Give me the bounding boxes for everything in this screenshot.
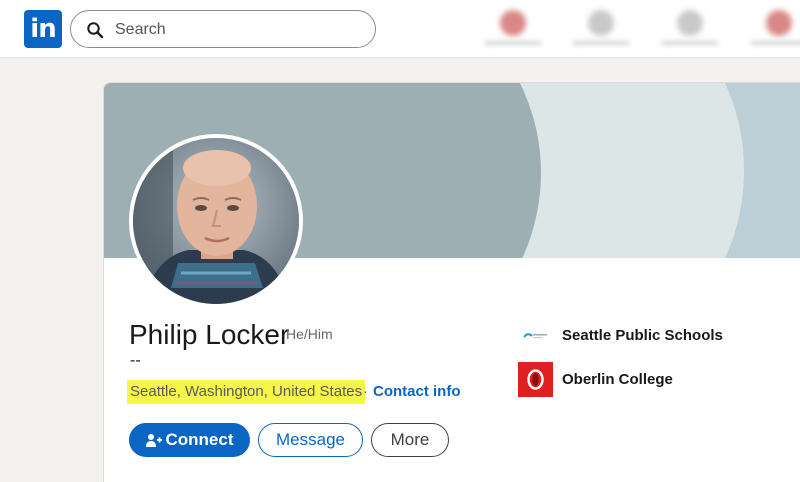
seattle-public-schools-logo-icon <box>518 318 553 353</box>
more-button[interactable]: More <box>371 423 449 457</box>
add-person-icon <box>145 433 162 447</box>
profile-name: Philip Locker <box>129 319 290 350</box>
nav-item-blurred[interactable] <box>655 4 725 52</box>
search-bar[interactable] <box>70 10 376 48</box>
nav-item-blurred[interactable] <box>478 4 548 52</box>
oberlin-college-logo-icon <box>518 362 553 397</box>
nav-icon <box>766 10 792 36</box>
avatar-photo <box>133 138 299 304</box>
nav-item-blurred[interactable] <box>566 4 636 52</box>
separator-dot: · <box>363 383 368 400</box>
search-input[interactable] <box>115 18 355 42</box>
education-name: Oberlin College <box>562 371 673 388</box>
nav-icon <box>588 10 614 36</box>
profile-location: Seattle, Washington, United States <box>127 380 366 404</box>
top-navigation-bar: in <box>0 0 800 58</box>
profile-pronouns: He/Him <box>286 326 333 342</box>
profile-avatar[interactable] <box>129 134 303 308</box>
nav-icon <box>677 10 703 36</box>
search-icon <box>87 22 104 39</box>
nav-icon <box>500 10 526 36</box>
message-button[interactable]: Message <box>258 423 363 457</box>
profile-headline: -- <box>130 352 141 369</box>
linkedin-logo-icon[interactable]: in <box>24 10 62 48</box>
nav-item-blurred[interactable] <box>744 4 800 52</box>
contact-info-link[interactable]: Contact info <box>373 383 461 400</box>
connect-button[interactable]: Connect <box>129 423 250 457</box>
connect-label: Connect <box>165 430 234 449</box>
education-name: Seattle Public Schools <box>562 327 723 344</box>
